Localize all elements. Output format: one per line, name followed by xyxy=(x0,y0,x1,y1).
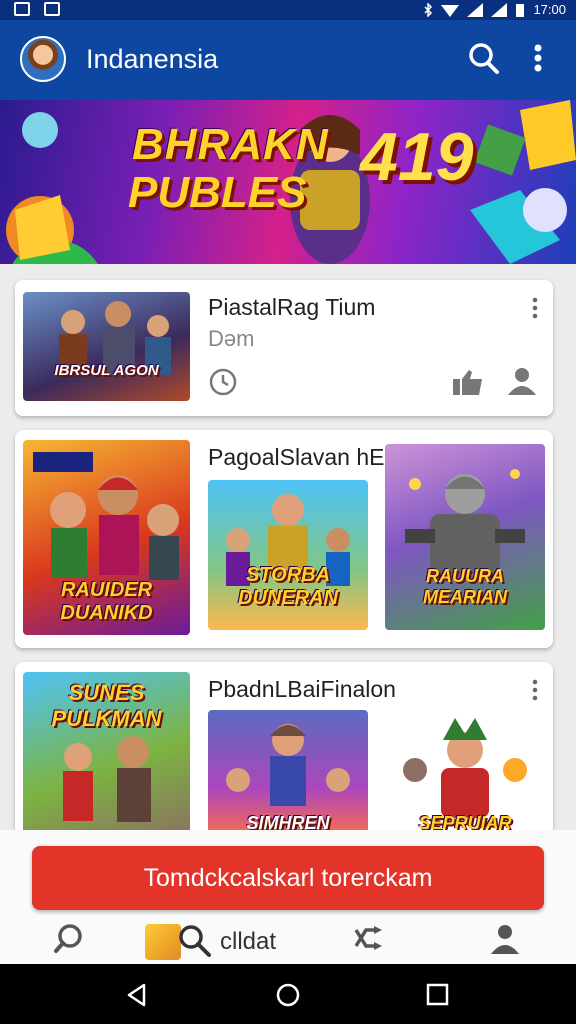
avatar[interactable] xyxy=(20,36,66,82)
primary-action-button[interactable]: Tomdckcalskarl torerckam xyxy=(32,846,544,910)
search-icon[interactable] xyxy=(466,38,502,78)
card-title: PiastalRag Tium xyxy=(208,294,376,320)
thumbnail-label: RAUURA MEARIAN xyxy=(423,566,507,607)
recents-icon[interactable] xyxy=(425,982,451,1008)
app-title: Indanensia xyxy=(86,44,219,74)
system-navigation-bar xyxy=(0,964,576,1024)
more-vert-icon[interactable] xyxy=(528,38,548,78)
game-thumbnail[interactable]: SIMHREN xyxy=(208,710,368,840)
thumbnail-label: IBRSUL AGON xyxy=(54,362,159,379)
game-card[interactable]: PagoalSlavan hE RAUIDER DUANIKD STORBA D… xyxy=(15,430,553,648)
more-vert-icon[interactable] xyxy=(530,297,540,319)
thumbnail-label: STORBA DUNERAN xyxy=(238,564,338,609)
shuffle-icon[interactable] xyxy=(352,922,386,956)
search-icon[interactable] xyxy=(52,922,86,956)
banner-headline-line1: BHRAKN xyxy=(132,120,329,169)
game-thumbnail[interactable]: RAUURA MEARIAN xyxy=(385,444,545,630)
thumbnail-label: RAUIDER DUANIKD xyxy=(60,579,153,624)
game-thumbnail[interactable]: RAUIDER DUANIKD xyxy=(23,440,190,635)
banner-number: 419 xyxy=(360,119,474,195)
wifi-icon xyxy=(441,4,460,17)
game-thumbnail[interactable]: SUNES PULKMAN xyxy=(23,672,190,842)
thumbnail-label: SUNES PULKMAN xyxy=(51,680,162,731)
game-thumbnail[interactable]: SEPRUIAR xyxy=(385,710,545,840)
person-icon[interactable] xyxy=(506,365,538,397)
app-bar: Indanensia xyxy=(0,20,576,100)
game-card[interactable]: IBRSUL AGON PiastalRag Tium Dəm xyxy=(15,280,553,416)
nav-label[interactable]: clldat xyxy=(220,928,276,956)
clock-icon xyxy=(209,368,237,396)
card-title: PagoalSlavan hE xyxy=(208,444,385,470)
gallery-notification-icon xyxy=(44,2,60,16)
back-icon[interactable] xyxy=(124,982,150,1008)
image-notification-icon xyxy=(14,2,30,16)
bluetooth-icon xyxy=(424,2,433,17)
person-icon[interactable] xyxy=(488,922,522,956)
game-thumbnail[interactable]: STORBA DUNERAN xyxy=(208,480,368,630)
signal-icon xyxy=(467,2,484,17)
more-vert-icon[interactable] xyxy=(530,679,540,701)
card-subtitle: Dəm xyxy=(208,326,255,351)
thumbs-up-icon[interactable] xyxy=(451,367,485,397)
battery-icon xyxy=(516,3,525,17)
card-title: PbadnLBaiFinalon xyxy=(208,676,396,702)
game-thumbnail[interactable]: IBRSUL AGON xyxy=(23,292,190,401)
status-bar: 17:00 xyxy=(0,0,576,20)
promo-banner[interactable]: BHRAKN PUBLES 419 xyxy=(0,100,576,264)
home-icon[interactable] xyxy=(275,982,301,1008)
search-icon[interactable] xyxy=(176,922,214,960)
status-time: 17:00 xyxy=(533,2,566,17)
banner-headline-line2: PUBLES xyxy=(128,168,307,217)
thumbnail-art xyxy=(59,301,171,375)
signal-icon xyxy=(491,2,508,17)
